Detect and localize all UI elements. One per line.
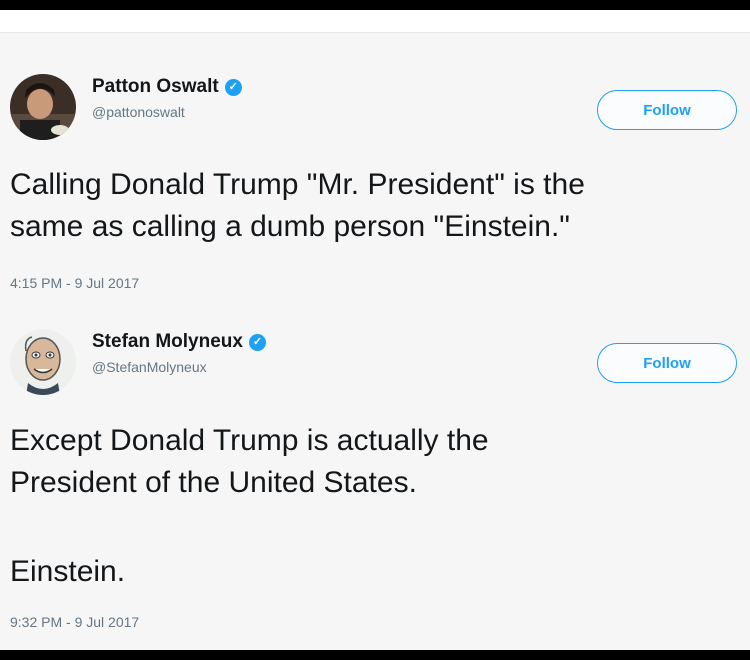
follow-button[interactable]: Follow [597, 90, 737, 130]
avatar[interactable] [10, 329, 76, 395]
top-divider [0, 10, 750, 33]
follow-button[interactable]: Follow [597, 343, 737, 383]
user-handle[interactable]: @pattonoswalt [92, 104, 185, 120]
tweet-text: Calling Donald Trump "Mr. President" is … [10, 164, 745, 248]
verified-badge-icon: ✓ [248, 333, 266, 351]
display-name[interactable]: Stefan Molyneux ✓ [92, 331, 266, 353]
tweet-timestamp[interactable]: 4:15 PM - 9 Jul 2017 [10, 275, 139, 291]
display-name[interactable]: Patton Oswalt ✓ [92, 76, 242, 98]
tweet-text-line: Except Donald Trump is actually the [10, 424, 489, 457]
display-name-text[interactable]: Patton Oswalt [92, 76, 219, 98]
tweet-text-line: same as calling a dumb person "Einstein.… [10, 210, 570, 243]
tweet-text: Except Donald Trump is actually the Pres… [10, 420, 745, 593]
tweet-text-line: President of the United States. [10, 466, 417, 499]
display-name-text[interactable]: Stefan Molyneux [92, 331, 243, 353]
tweet-timestamp[interactable]: 9:32 PM - 9 Jul 2017 [10, 614, 139, 630]
avatar[interactable] [10, 74, 76, 140]
tweet-screenshot: Patton Oswalt ✓ @pattonoswalt Follow Cal… [0, 10, 750, 650]
tweet-text-line: Einstein. [10, 555, 126, 588]
user-handle[interactable]: @StefanMolyneux [92, 359, 207, 375]
tweet-text-line: Calling Donald Trump "Mr. President" is … [10, 168, 585, 201]
verified-badge-icon: ✓ [224, 78, 242, 96]
